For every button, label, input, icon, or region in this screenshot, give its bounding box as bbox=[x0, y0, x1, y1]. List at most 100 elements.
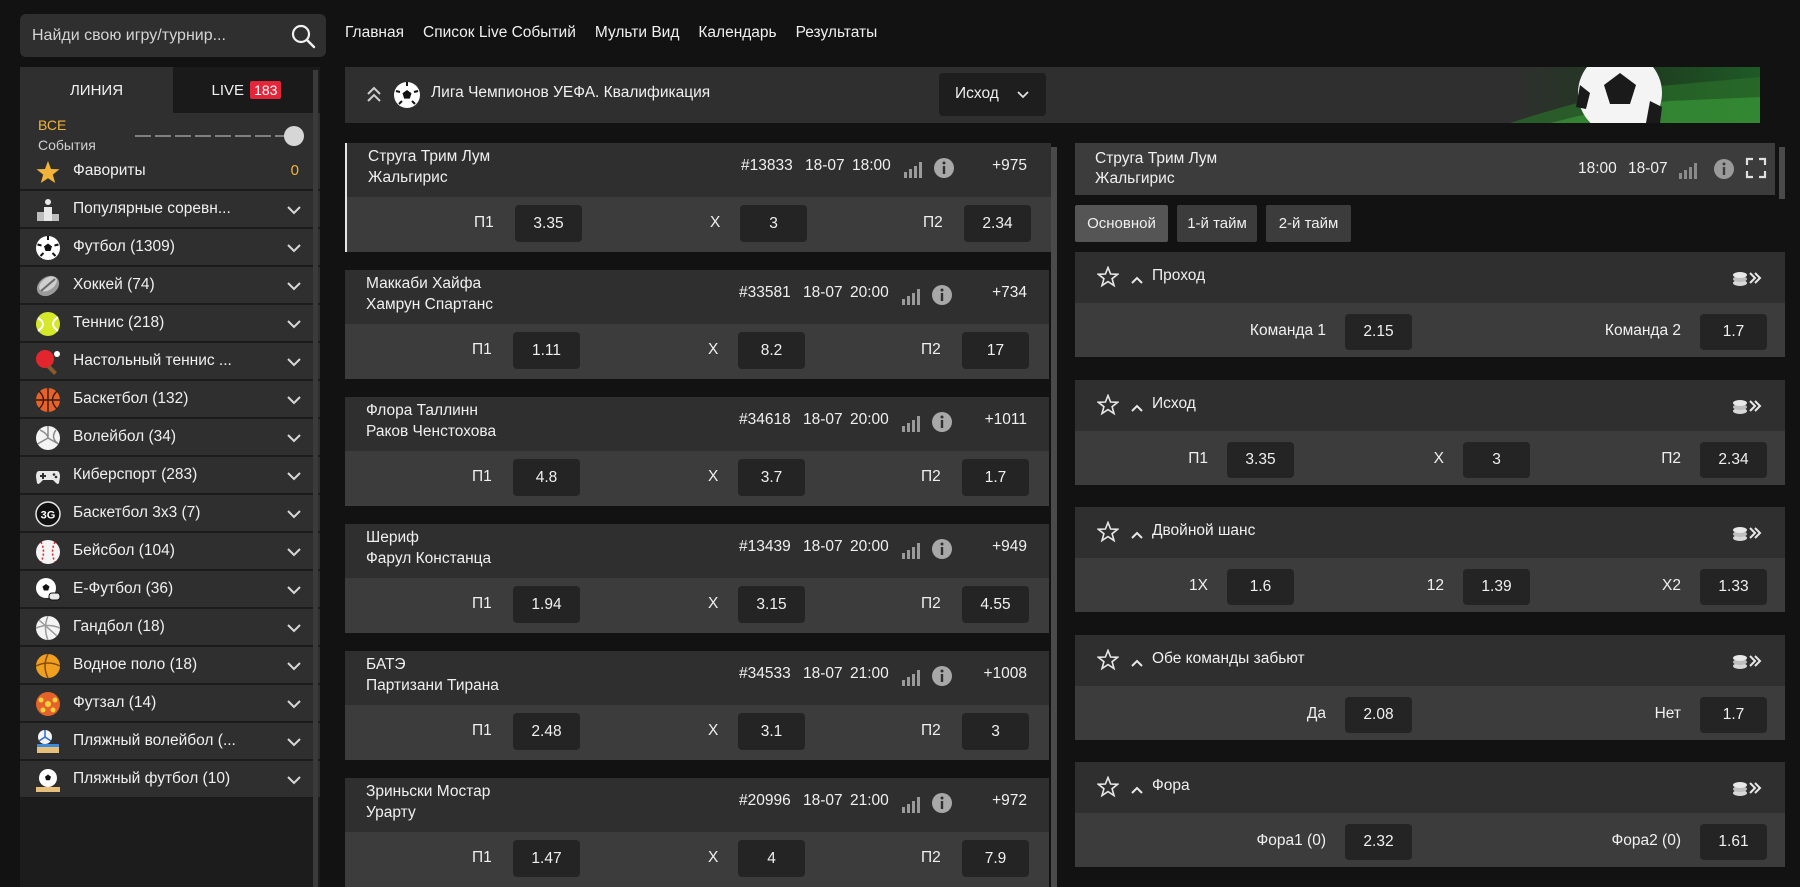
odd-button-p2[interactable]: 2.34 bbox=[964, 205, 1031, 242]
more-markets-count[interactable]: +975 bbox=[992, 157, 1027, 175]
all-filter-label[interactable]: ВСЕ bbox=[38, 117, 66, 133]
stats-icon[interactable] bbox=[901, 668, 923, 686]
match-card[interactable]: Маккаби Хайфа Хамрун Спартанс #33581 18-07 2… bbox=[345, 270, 1049, 379]
chevron-up-icon[interactable] bbox=[1130, 527, 1144, 539]
outcome-odd-button[interactable]: 2.32 bbox=[1345, 824, 1412, 860]
odd-button-p1[interactable]: 1.47 bbox=[513, 840, 580, 877]
bet-stack-icon[interactable] bbox=[1731, 396, 1763, 416]
match-card[interactable]: Шериф Фарул Констанца #13439 18-07 20:00 +949… bbox=[345, 524, 1049, 633]
nav-home[interactable]: Главная bbox=[345, 24, 404, 48]
match-card[interactable]: Флора Таллинн Раков Ченстохова #34618 18-07… bbox=[345, 397, 1049, 506]
odd-button-p1[interactable]: 3.35 bbox=[515, 205, 582, 242]
more-markets-count[interactable]: +1011 bbox=[985, 411, 1027, 429]
collapse-icon[interactable] bbox=[365, 85, 383, 105]
chevron-down-icon[interactable] bbox=[286, 203, 302, 215]
match-list-scrollbar[interactable] bbox=[1051, 147, 1057, 887]
stats-icon[interactable] bbox=[901, 287, 923, 305]
more-markets-count[interactable]: +734 bbox=[992, 284, 1027, 302]
star-icon[interactable] bbox=[1096, 265, 1120, 288]
more-markets-count[interactable]: +949 bbox=[992, 538, 1027, 556]
panel-scrollbar[interactable] bbox=[1779, 147, 1785, 199]
bet-stack-icon[interactable] bbox=[1731, 268, 1763, 288]
chevron-up-icon[interactable] bbox=[1130, 655, 1144, 667]
sidebar-item[interactable]: Баскетбол (132) bbox=[20, 381, 320, 418]
chevron-down-icon[interactable] bbox=[286, 697, 302, 709]
odd-button-p2[interactable]: 17 bbox=[962, 332, 1029, 369]
outcome-odd-button[interactable]: 1.39 bbox=[1463, 569, 1530, 605]
odd-button-p1[interactable]: 1.11 bbox=[513, 332, 580, 369]
info-icon[interactable] bbox=[931, 665, 953, 687]
sidebar-item[interactable]: Фавориты 0 bbox=[20, 153, 320, 190]
info-icon[interactable] bbox=[1713, 158, 1735, 180]
sidebar-item[interactable]: Е-Футбол (36) bbox=[20, 571, 320, 608]
outcome-odd-button[interactable]: 3 bbox=[1463, 442, 1530, 478]
sidebar-item[interactable]: Пляжный волейбол (... bbox=[20, 723, 320, 760]
chevron-down-icon[interactable] bbox=[286, 507, 302, 519]
sidebar-item[interactable]: Популярные соревн... bbox=[20, 191, 320, 228]
chevron-up-icon[interactable] bbox=[1130, 782, 1144, 794]
outcome-odd-button[interactable]: 1.61 bbox=[1700, 824, 1767, 860]
sidebar-item[interactable]: Теннис (218) bbox=[20, 305, 320, 342]
match-card[interactable]: Струга Трим Лум Жальгирис #13833 18-07 18:00… bbox=[345, 143, 1051, 252]
sidebar-item[interactable]: Футбол (1309) bbox=[20, 229, 320, 266]
nav-calendar[interactable]: Календарь bbox=[698, 24, 776, 48]
fullscreen-icon[interactable] bbox=[1745, 157, 1767, 179]
sidebar-item[interactable]: Хоккей (74) bbox=[20, 267, 320, 304]
nav-multiview[interactable]: Мульти Вид bbox=[595, 24, 680, 48]
chevron-down-icon[interactable] bbox=[286, 659, 302, 671]
odd-button-p2[interactable]: 1.7 bbox=[962, 459, 1029, 496]
chevron-down-icon[interactable] bbox=[286, 279, 302, 291]
sidebar-item[interactable]: Футзал (14) bbox=[20, 685, 320, 722]
sidebar-scrollbar[interactable] bbox=[313, 70, 318, 887]
odd-button-p1[interactable]: 1.94 bbox=[513, 586, 580, 623]
chevron-down-icon[interactable] bbox=[286, 317, 302, 329]
tab-main[interactable]: Основной bbox=[1075, 205, 1168, 242]
star-icon[interactable] bbox=[1096, 520, 1120, 543]
info-icon[interactable] bbox=[931, 538, 953, 560]
odd-button-x[interactable]: 3.15 bbox=[738, 586, 805, 623]
sidebar-item[interactable]: Водное поло (18) bbox=[20, 647, 320, 684]
market-select[interactable]: Исход bbox=[939, 73, 1046, 116]
nav-live-list[interactable]: Список Live Событий bbox=[423, 24, 576, 48]
more-markets-count[interactable]: +1008 bbox=[983, 665, 1027, 683]
star-icon[interactable] bbox=[1096, 775, 1120, 798]
odd-button-x[interactable]: 8.2 bbox=[738, 332, 805, 369]
search-box[interactable] bbox=[20, 14, 326, 57]
stats-icon[interactable] bbox=[903, 160, 925, 178]
sidebar-item[interactable]: Настольный теннис ... bbox=[20, 343, 320, 380]
odd-button-x[interactable]: 3.7 bbox=[738, 459, 805, 496]
odd-button-x[interactable]: 3.1 bbox=[738, 713, 805, 750]
sidebar-item[interactable]: 3G Баскетбол 3х3 (7) bbox=[20, 495, 320, 532]
sidebar-item[interactable]: Волейбол (34) bbox=[20, 419, 320, 456]
odd-button-p1[interactable]: 4.8 bbox=[513, 459, 580, 496]
sidebar-item[interactable]: Бейсбол (104) bbox=[20, 533, 320, 570]
odd-button-p2[interactable]: 3 bbox=[962, 713, 1029, 750]
chevron-down-icon[interactable] bbox=[286, 393, 302, 405]
outcome-odd-button[interactable]: 3.35 bbox=[1227, 442, 1294, 478]
sidebar-item[interactable]: Пляжный футбол (10) bbox=[20, 761, 320, 798]
tab-second-half[interactable]: 2-й тайм bbox=[1266, 205, 1351, 242]
tab-line[interactable]: ЛИНИЯ bbox=[20, 67, 173, 113]
chevron-down-icon[interactable] bbox=[286, 355, 302, 367]
outcome-odd-button[interactable]: 1.7 bbox=[1700, 697, 1767, 733]
outcome-odd-button[interactable]: 2.34 bbox=[1700, 442, 1767, 478]
stats-icon[interactable] bbox=[901, 541, 923, 559]
bet-stack-icon[interactable] bbox=[1731, 523, 1763, 543]
outcome-odd-button[interactable]: 1.6 bbox=[1227, 569, 1294, 605]
info-icon[interactable] bbox=[933, 157, 955, 179]
chevron-up-icon[interactable] bbox=[1130, 400, 1144, 412]
odd-button-p1[interactable]: 2.48 bbox=[513, 713, 580, 750]
outcome-odd-button[interactable]: 2.08 bbox=[1345, 697, 1412, 733]
tab-live[interactable]: LIVE 183 bbox=[173, 67, 320, 113]
chevron-down-icon[interactable] bbox=[286, 735, 302, 747]
chevron-down-icon[interactable] bbox=[286, 469, 302, 481]
chevron-down-icon[interactable] bbox=[286, 773, 302, 785]
nav-results[interactable]: Результаты bbox=[796, 24, 878, 48]
stats-icon[interactable] bbox=[1678, 161, 1700, 179]
odd-button-p2[interactable]: 7.9 bbox=[962, 840, 1029, 877]
tab-first-half[interactable]: 1-й тайм bbox=[1177, 205, 1257, 242]
chevron-down-icon[interactable] bbox=[286, 431, 302, 443]
chevron-down-icon[interactable] bbox=[286, 241, 302, 253]
bet-stack-icon[interactable] bbox=[1731, 651, 1763, 671]
info-icon[interactable] bbox=[931, 284, 953, 306]
